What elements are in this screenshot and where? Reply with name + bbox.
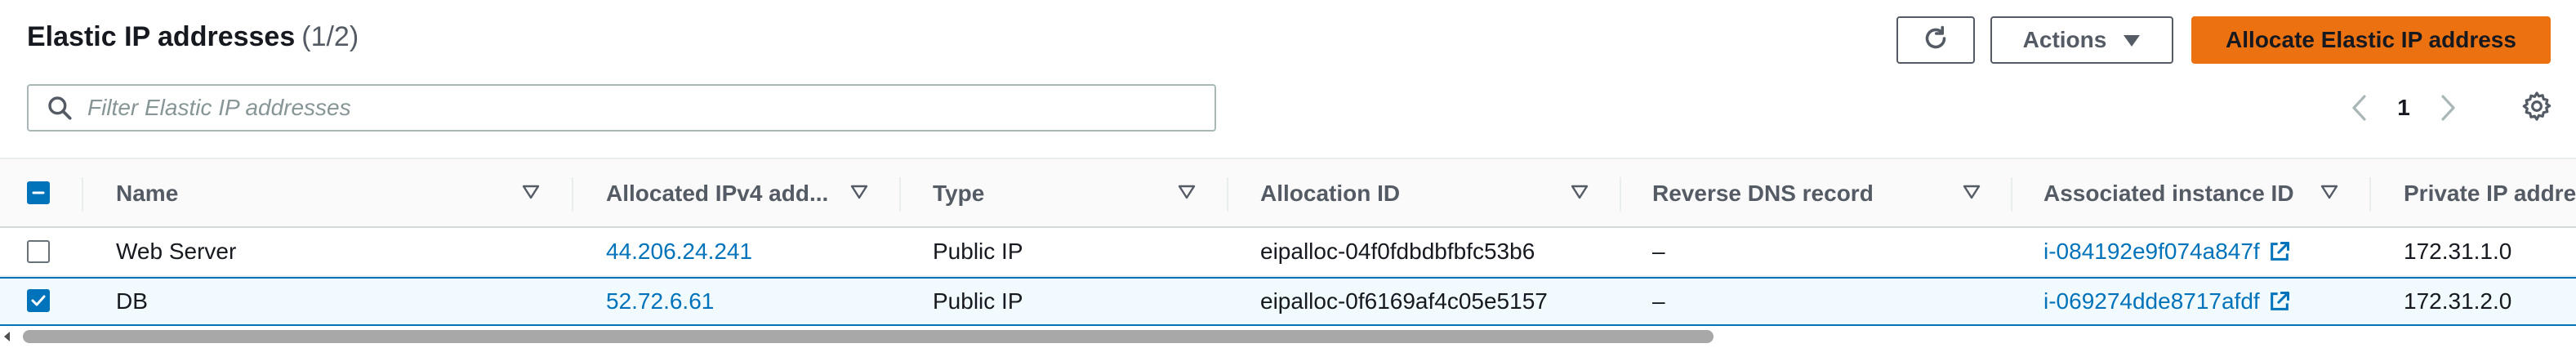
column-divider <box>1620 177 1621 212</box>
cell-name: Web Server <box>116 239 237 264</box>
row-checkbox[interactable] <box>27 240 50 263</box>
cell-reverse-dns: – <box>1652 239 1665 264</box>
chevron-right-icon <box>2441 95 2455 121</box>
gear-icon <box>2521 91 2552 126</box>
pagination: 1 <box>2342 88 2465 127</box>
cell-ipv4-link[interactable]: 52.72.6.61 <box>606 279 714 324</box>
cell-ipv4-link[interactable]: 44.206.24.241 <box>606 228 752 275</box>
next-page-button[interactable] <box>2432 88 2465 127</box>
instance-id-link[interactable]: i-084192e9f074a847f <box>2043 239 2260 265</box>
column-header-associated-instance-id[interactable]: Associated instance ID <box>2043 159 2313 228</box>
table-header: Name Allocated IPv4 add... Type Allocati… <box>0 158 2576 228</box>
cell-type: Public IP <box>933 239 1023 264</box>
selection-count: (1/2) <box>301 21 359 52</box>
cell-instance-id: i-069274dde8717afdf <box>2043 279 2291 324</box>
page-title-text: Elastic IP addresses <box>27 21 296 52</box>
filter-box[interactable] <box>27 84 1216 132</box>
filter-input[interactable] <box>87 95 1149 121</box>
checkbox-indeterminate-icon <box>32 191 45 194</box>
external-link-icon[interactable] <box>2268 290 2291 313</box>
sort-icon[interactable] <box>1962 182 1981 202</box>
allocate-label: Allocate Elastic IP address <box>2226 27 2516 52</box>
refresh-icon <box>1921 24 1950 57</box>
search-icon <box>45 93 74 123</box>
cell-allocation-id: eipalloc-04f0fdbdbfbfc53b6 <box>1260 239 1535 264</box>
table-row-selected[interactable]: DB 52.72.6.61 Public IP eipalloc-0f6169a… <box>0 277 2576 326</box>
previous-page-button[interactable] <box>2342 88 2375 127</box>
page-title: Elastic IP addresses (1/2) <box>27 21 359 53</box>
actions-label: Actions <box>2022 27 2107 52</box>
refresh-button[interactable] <box>1896 16 1975 64</box>
column-header-reverse-dns[interactable]: Reverse DNS record <box>1652 159 1946 228</box>
table-row[interactable]: Web Server 44.206.24.241 Public IP eipal… <box>0 228 2576 277</box>
caret-down-icon <box>2123 27 2141 53</box>
allocate-elastic-ip-button[interactable]: Allocate Elastic IP address <box>2191 16 2551 64</box>
sort-icon[interactable] <box>2320 182 2339 202</box>
sort-icon[interactable] <box>1177 182 1197 202</box>
column-header-private-ip[interactable]: Private IP address <box>2404 159 2576 228</box>
instance-id-link[interactable]: i-069274dde8717afdf <box>2043 288 2260 315</box>
cell-reverse-dns: – <box>1652 288 1665 314</box>
horizontal-scrollbar-thumb[interactable] <box>23 330 1714 343</box>
scroll-left-arrow[interactable] <box>2 330 13 343</box>
current-page[interactable]: 1 <box>2375 95 2432 121</box>
column-divider <box>2369 177 2371 212</box>
column-header-allocated-ipv4[interactable]: Allocated IPv4 add... <box>606 159 835 228</box>
cell-private-ip: 172.31.1.0 <box>2404 239 2512 264</box>
checkmark-icon <box>31 295 46 306</box>
actions-button[interactable]: Actions <box>1990 16 2173 64</box>
column-header-allocation-id[interactable]: Allocation ID <box>1260 159 1554 228</box>
cell-instance-id: i-084192e9f074a847f <box>2043 228 2291 275</box>
sort-icon[interactable] <box>849 182 869 202</box>
select-all-checkbox[interactable] <box>27 181 50 204</box>
column-divider <box>572 177 573 212</box>
sort-icon[interactable] <box>521 182 541 202</box>
column-divider <box>899 177 901 212</box>
column-header-name[interactable]: Name <box>116 159 492 228</box>
column-divider <box>82 177 83 212</box>
column-header-type[interactable]: Type <box>933 159 1178 228</box>
preferences-button[interactable] <box>2519 90 2555 126</box>
column-divider <box>1227 177 1228 212</box>
external-link-icon[interactable] <box>2268 240 2291 263</box>
cell-allocation-id: eipalloc-0f6169af4c05e5157 <box>1260 288 1548 314</box>
column-divider <box>2011 177 2012 212</box>
chevron-left-icon <box>2352 95 2366 121</box>
cell-private-ip: 172.31.2.0 <box>2404 288 2512 314</box>
cell-name: DB <box>116 288 148 314</box>
row-checkbox[interactable] <box>27 289 50 312</box>
cell-type: Public IP <box>933 288 1023 314</box>
sort-icon[interactable] <box>1570 182 1589 202</box>
